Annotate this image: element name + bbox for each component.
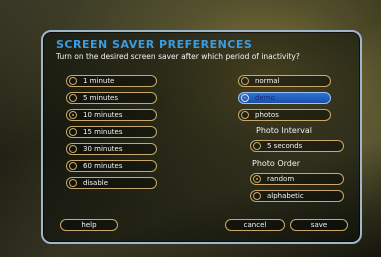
save-button-label: save [310,221,328,229]
mode-option-photos[interactable]: photos [238,109,331,121]
timeout-option-30-minutes[interactable]: 30 minutes [66,143,157,155]
help-button[interactable]: help [60,219,118,231]
radio-icon [69,162,77,170]
timeout-option-10-minutes[interactable]: 10 minutes [66,109,157,121]
option-label: alphabetic [267,192,304,200]
radio-icon [69,77,77,85]
timeout-option-15-minutes[interactable]: 15 minutes [66,126,157,138]
option-label: disable [83,179,109,187]
radio-icon [69,128,77,136]
photo-order-option-random[interactable]: random [250,173,344,185]
option-label: random [267,175,295,183]
radio-icon [253,192,261,200]
photo-order-label: Photo Order [252,159,301,168]
radio-selected-icon [253,175,261,183]
cancel-button-label: cancel [243,221,267,229]
timeout-option-60-minutes[interactable]: 60 minutes [66,160,157,172]
option-label: normal [255,77,280,85]
option-label: 1 minute [83,77,115,85]
radio-icon [241,111,249,119]
cancel-button[interactable]: cancel [225,219,285,231]
timeout-option-disable[interactable]: disable [66,177,157,189]
option-label: demo [255,94,275,102]
radio-selected-icon [241,94,249,102]
radio-icon [69,94,77,102]
mode-option-normal[interactable]: normal [238,75,331,87]
timeout-option-1-minute[interactable]: 1 minute [66,75,157,87]
option-label: 15 minutes [83,128,123,136]
radio-icon [241,77,249,85]
photo-interval-label: Photo Interval [256,126,312,135]
timeout-option-5-minutes[interactable]: 5 minutes [66,92,157,104]
help-button-label: help [81,221,97,229]
save-button[interactable]: save [290,219,348,231]
photo-interval-selector[interactable]: 5 seconds [250,140,344,152]
option-label: 10 minutes [83,111,123,119]
option-label: photos [255,111,279,119]
option-label: 5 minutes [83,94,119,102]
spinner-icon [253,142,261,150]
radio-icon [69,145,77,153]
option-label: 30 minutes [83,145,123,153]
radio-selected-icon [69,111,77,119]
radio-icon [69,179,77,187]
page-subtitle: Turn on the desired screen saver after w… [56,52,300,61]
mode-option-demo[interactable]: demo [238,92,331,104]
page-title: SCREEN SAVER PREFERENCES [56,38,253,51]
photo-order-option-alphabetic[interactable]: alphabetic [250,190,344,202]
photo-interval-value: 5 seconds [267,142,303,150]
option-label: 60 minutes [83,162,123,170]
